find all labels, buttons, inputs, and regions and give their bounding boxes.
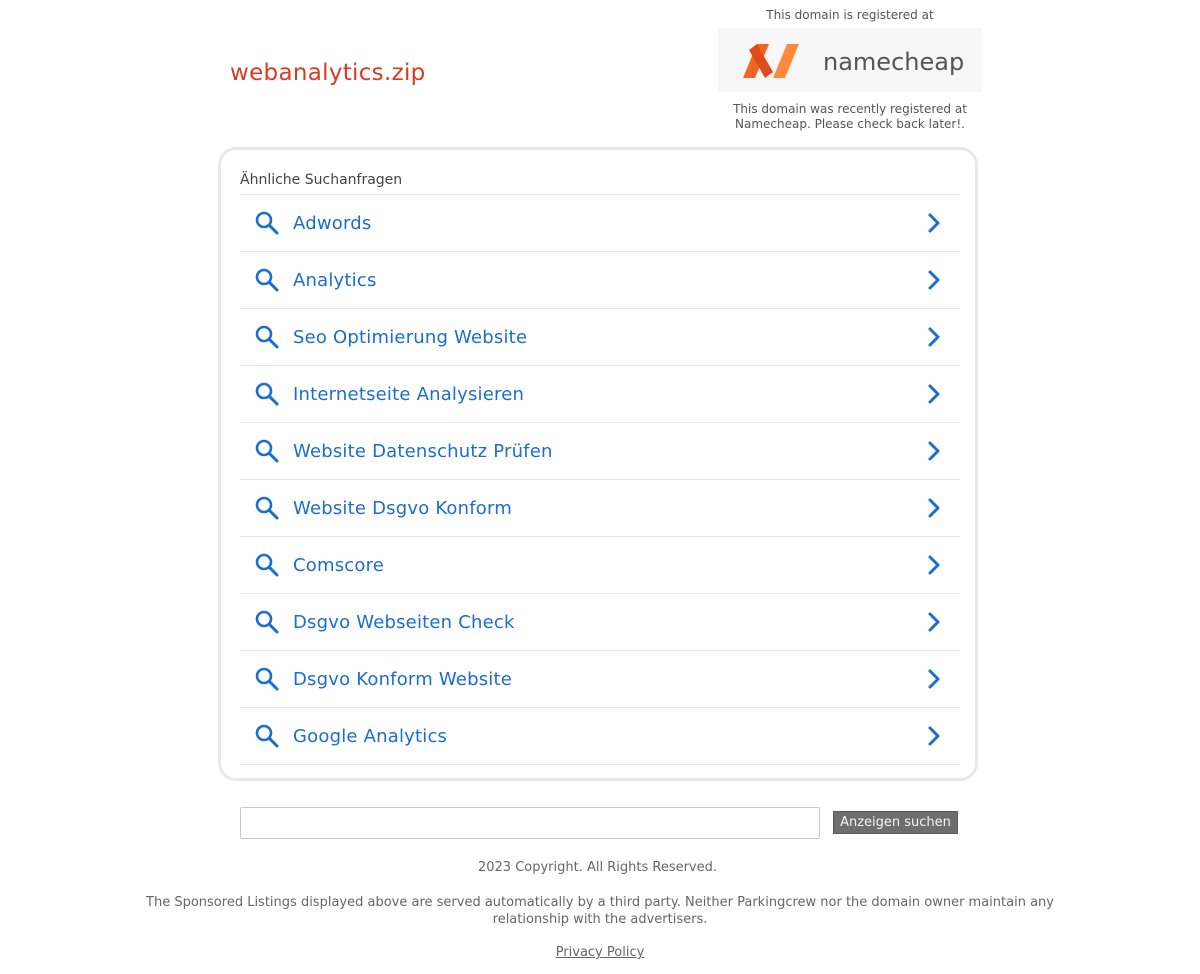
chevron-right-icon (924, 211, 944, 235)
copyright-text: 2023 Copyright. All Rights Reserved. (477, 860, 718, 875)
related-search-item[interactable]: Analytics (240, 252, 960, 309)
search-icon (254, 609, 280, 635)
related-searches-card: Ähnliche Suchanfragen Adwords Analytics Se… (218, 147, 978, 781)
search-icon (254, 495, 280, 521)
parked-domain-page: webanalytics.zip This domain is register… (0, 0, 1200, 974)
chevron-right-icon (924, 439, 944, 463)
related-search-label: Dsgvo Webseiten Check (293, 611, 515, 633)
chevron-right-icon (924, 325, 944, 349)
related-search-item[interactable]: Dsgvo Webseiten Check (240, 594, 960, 651)
namecheap-logo-mark: namecheap (743, 44, 964, 78)
search-icon (254, 381, 280, 407)
related-search-item[interactable]: Dsgvo Konform Website (240, 651, 960, 708)
related-search-label: Analytics (293, 269, 377, 291)
related-search-item[interactable]: Comscore (240, 537, 960, 594)
related-search-label: Google Analytics (293, 725, 448, 747)
related-search-item[interactable]: Seo Optimierung Website (240, 309, 960, 366)
related-search-label: Adwords (293, 212, 372, 234)
chevron-right-icon (924, 382, 944, 406)
search-icon (254, 438, 280, 464)
ad-search-form: Anzeigen suchen (240, 807, 960, 839)
related-search-label: Dsgvo Konform Website (293, 668, 513, 690)
related-searches-heading: Ähnliche Suchanfragen (240, 170, 960, 195)
domain-title: webanalytics.zip (230, 60, 426, 86)
search-icon (254, 666, 280, 692)
namecheap-logo[interactable]: namecheap (718, 28, 982, 92)
search-icon (254, 210, 280, 236)
related-search-item[interactable]: Website Dsgvo Konform (240, 480, 960, 537)
related-search-label: Comscore (293, 554, 385, 576)
disclaimer-text: The Sponsored Listings displayed above a… (146, 895, 1054, 927)
chevron-right-icon (924, 496, 944, 520)
search-icon (254, 324, 280, 350)
search-icon (254, 723, 280, 749)
related-search-item[interactable]: Google Analytics (240, 708, 960, 765)
related-search-label: Website Dsgvo Konform (293, 497, 513, 519)
search-icon (254, 267, 280, 293)
namecheap-logo-text: namecheap (823, 48, 964, 76)
search-ads-button[interactable]: Anzeigen suchen (833, 811, 958, 834)
chevron-right-icon (924, 268, 944, 292)
related-searches-list: Adwords Analytics Seo Optimierung Website I… (240, 195, 960, 765)
chevron-right-icon (924, 667, 944, 691)
related-search-label: Website Datenschutz Prüfen (293, 440, 553, 462)
chevron-right-icon (924, 724, 944, 748)
search-input[interactable] (240, 807, 820, 839)
registrar-box: This domain is registered at namecheap T… (718, 4, 982, 132)
related-search-item[interactable]: Adwords (240, 195, 960, 252)
chevron-right-icon (924, 553, 944, 577)
related-search-label: Internetseite Analysieren (293, 383, 525, 405)
privacy-row: Privacy Policy (0, 945, 1200, 960)
chevron-right-icon (924, 610, 944, 634)
related-search-item[interactable]: Internetseite Analysieren (240, 366, 960, 423)
related-search-item[interactable]: Website Datenschutz Prüfen (240, 423, 960, 480)
search-icon (254, 552, 280, 578)
registrar-note: This domain was recently registered at N… (733, 102, 967, 131)
registrar-intro: This domain is registered at (766, 8, 934, 22)
related-search-label: Seo Optimierung Website (293, 326, 528, 348)
privacy-policy-link[interactable]: Privacy Policy (556, 945, 645, 960)
